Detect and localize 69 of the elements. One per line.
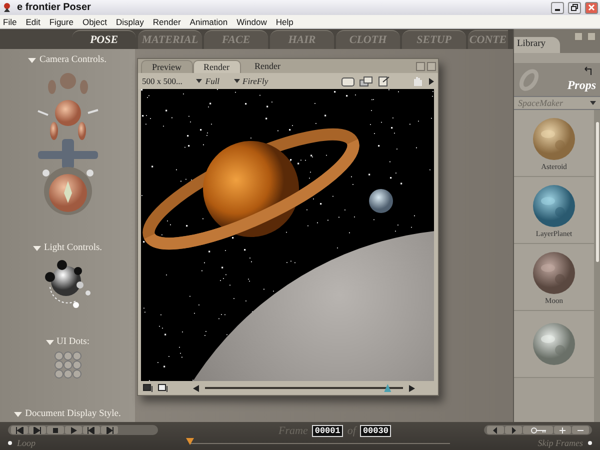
- left-arrow-icon[interactable]: [193, 384, 199, 392]
- remove-button[interactable]: [572, 426, 589, 434]
- minimize-button[interactable]: [551, 2, 564, 14]
- caret-icon[interactable]: [14, 412, 22, 416]
- window-title: e frontier Poser: [17, 2, 92, 13]
- previous-key-button[interactable]: [487, 426, 504, 434]
- document-tab[interactable]: Render: [192, 60, 240, 73]
- right-arrow-icon[interactable]: [409, 384, 415, 392]
- windows-icon[interactable]: [359, 76, 373, 86]
- playback-button[interactable]: [65, 426, 82, 434]
- first-frame-icon: [15, 426, 24, 434]
- step-back-icon: [87, 426, 96, 434]
- menu-item[interactable]: Edit: [26, 16, 40, 26]
- arrow-icon[interactable]: [429, 78, 434, 84]
- menu-item[interactable]: Help: [276, 16, 294, 26]
- menu-item[interactable]: Object: [82, 16, 108, 26]
- total-frames-field[interactable]: 00030: [360, 425, 392, 437]
- caret-icon[interactable]: [32, 246, 41, 250]
- last-frame-icon: [33, 426, 42, 434]
- key-icon: [530, 426, 546, 434]
- skip-frames-label: Skip Frames: [538, 438, 583, 448]
- display-icon[interactable]: [143, 384, 154, 392]
- left-arrow-icon: [491, 426, 500, 434]
- library-item[interactable]: [514, 311, 594, 378]
- library-tab[interactable]: Library: [514, 37, 560, 53]
- skip-frames-toggle[interactable]: [588, 441, 592, 445]
- menu-item[interactable]: Display: [116, 16, 144, 26]
- display-icon[interactable]: [158, 384, 169, 392]
- display-dropdown[interactable]: Full: [196, 76, 220, 86]
- restore-button[interactable]: [568, 2, 581, 14]
- next-key-button[interactable]: [505, 426, 522, 434]
- playback-button[interactable]: [47, 426, 64, 434]
- render-size[interactable]: 500 x 500...: [142, 76, 182, 86]
- app-icon: [2, 2, 13, 13]
- ui-dots-drawing[interactable]: [54, 351, 82, 379]
- menu-item[interactable]: Window: [236, 16, 267, 26]
- renderer-dropdown[interactable]: FireFly: [234, 76, 268, 86]
- play-icon: [69, 426, 78, 434]
- caret-icon[interactable]: [28, 58, 36, 62]
- menu-item[interactable]: Render: [152, 16, 181, 26]
- back-arrow-icon[interactable]: [584, 66, 594, 76]
- frame-field[interactable]: 00001: [312, 425, 344, 437]
- plus-icon: [558, 426, 567, 434]
- step-forward-icon: [105, 426, 114, 434]
- add-button[interactable]: [554, 426, 571, 434]
- playback-button[interactable]: [101, 426, 118, 434]
- close-button[interactable]: [585, 2, 598, 14]
- scrollbar[interactable]: [594, 110, 600, 422]
- playback-button[interactable]: [11, 426, 28, 434]
- playback-button[interactable]: [83, 426, 100, 434]
- keyframes-button[interactable]: [523, 426, 553, 434]
- menu-item[interactable]: File: [3, 16, 17, 26]
- render-icon[interactable]: [341, 76, 355, 86]
- export-icon[interactable]: [377, 76, 391, 86]
- right-arrow-icon: [509, 426, 518, 434]
- caret-icon[interactable]: [46, 340, 54, 344]
- ring-icon: [518, 68, 540, 90]
- loop-label: Loop: [17, 438, 36, 448]
- loop-toggle[interactable]: [8, 441, 12, 445]
- menu-item[interactable]: Figure: [49, 16, 74, 26]
- category-header[interactable]: Props: [514, 63, 600, 96]
- close-icon: [588, 4, 595, 11]
- stop-icon: [51, 426, 60, 434]
- menu-item[interactable]: Animation: [190, 16, 228, 26]
- document-tab[interactable]: Preview: [141, 60, 192, 73]
- document-title: Render: [254, 61, 282, 71]
- category-label: Props: [567, 78, 596, 93]
- restore-icon: [571, 4, 578, 11]
- playback-button[interactable]: [29, 426, 46, 434]
